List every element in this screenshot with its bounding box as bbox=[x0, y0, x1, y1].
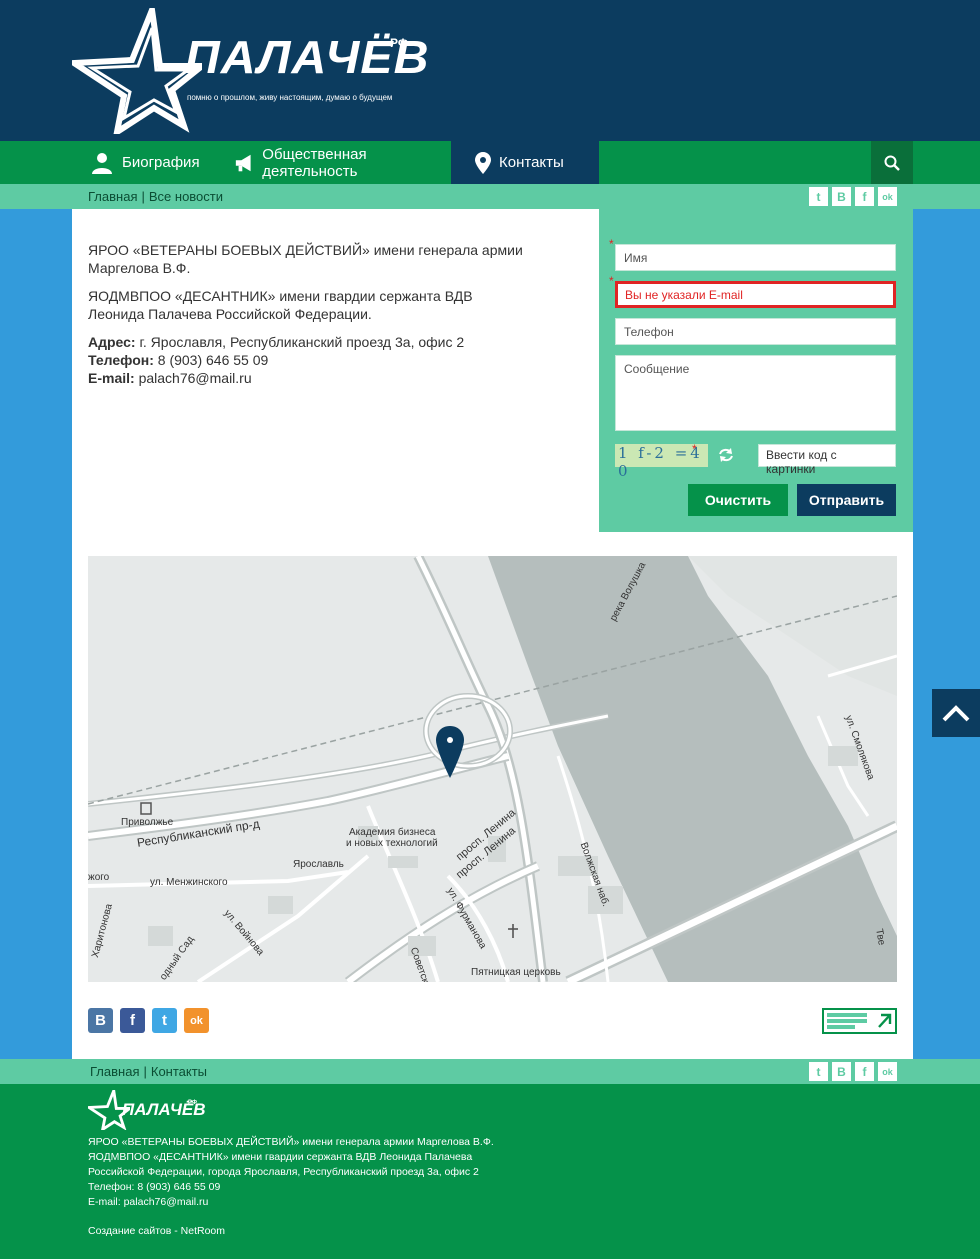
map-label-city: Ярославль bbox=[293, 859, 344, 870]
header: ПАЛАЧЁВ РФ помню о прошлом, живу настоящ… bbox=[0, 0, 980, 141]
social-links-footer: t B f ok bbox=[809, 1062, 897, 1081]
required-mark: * bbox=[692, 442, 697, 456]
facebook-icon[interactable]: f bbox=[855, 1062, 874, 1081]
name-field[interactable]: Имя bbox=[615, 244, 896, 271]
refresh-icon[interactable] bbox=[718, 447, 734, 463]
footer-links-bar: Главная | Контакты t B f ok bbox=[0, 1059, 980, 1084]
map-label-menzhinskogo: ул. Менжинского bbox=[150, 877, 228, 888]
map-label-ko: жого bbox=[88, 872, 110, 883]
footer: ПАЛАЧЁВ РФ ЯРОО «ВЕТЕРАНЫ БОЕВЫХ ДЕЙСТВИ… bbox=[0, 1084, 980, 1259]
address-line: Адрес: г. Ярославля, Республиканский про… bbox=[88, 333, 528, 351]
footer-line: Российской Федерации, города Ярославля, … bbox=[88, 1166, 479, 1178]
share-buttons: B f t ok bbox=[88, 1008, 209, 1033]
email-label: E-mail: bbox=[88, 370, 135, 386]
location-pin-icon bbox=[475, 151, 491, 174]
email-field[interactable]: Вы не указали E-mail bbox=[615, 281, 896, 308]
map-label-academy: и новых технологий bbox=[346, 838, 438, 849]
footer-logo[interactable]: ПАЛАЧЁВ РФ bbox=[84, 1085, 208, 1133]
email-line: E-mail: palach76@mail.ru bbox=[88, 369, 528, 387]
facebook-icon[interactable]: f bbox=[855, 187, 874, 206]
breadcrumb-home-link[interactable]: Главная bbox=[88, 189, 137, 204]
nav-item-label: Контакты bbox=[499, 154, 564, 171]
star-logo-icon bbox=[64, 0, 211, 139]
captcha-input[interactable]: Ввести код с картинки bbox=[758, 444, 896, 476]
footer-line: ЯОДМВПОО «ДЕСАНТНИК» имени гвардии сержа… bbox=[88, 1151, 473, 1163]
message-field[interactable]: Сообщение bbox=[615, 355, 896, 431]
phone-line: Телефон: 8 (903) 646 55 09 bbox=[88, 351, 528, 369]
megaphone-icon bbox=[235, 154, 251, 171]
address-label: Адрес: bbox=[88, 334, 136, 350]
breadcrumb-news-link[interactable]: Все новости bbox=[149, 189, 223, 204]
footer-line: Телефон: 8 (903) 646 55 09 bbox=[88, 1181, 221, 1193]
twitter-icon[interactable]: t bbox=[809, 1062, 828, 1081]
footer-info: ЯРОО «ВЕТЕРАНЫ БОЕВЫХ ДЕЙСТВИЙ» имени ге… bbox=[88, 1135, 494, 1210]
footer-contacts-link[interactable]: Контакты bbox=[151, 1064, 207, 1079]
footer-links: Главная | Контакты bbox=[90, 1064, 207, 1079]
footer-credits[interactable]: Создание сайтов - NetRoom bbox=[88, 1225, 225, 1237]
site-logo[interactable]: ПАЛАЧЁВ РФ помню о прошлом, живу настоящ… bbox=[64, 0, 428, 139]
org-2: ЯОДМВПОО «ДЕСАНТНИК» имени гвардии сержа… bbox=[88, 288, 473, 322]
required-mark: * bbox=[609, 237, 614, 251]
footer-home-link[interactable]: Главная bbox=[90, 1064, 139, 1079]
map-label-academy: Академия бизнеса bbox=[349, 827, 436, 838]
user-icon bbox=[92, 152, 112, 174]
odnoklassniki-icon[interactable]: ok bbox=[878, 1062, 897, 1081]
contact-info: ЯРОО «ВЕТЕРАНЫ БОЕВЫХ ДЕЙСТВИЙ» имени ге… bbox=[88, 241, 528, 387]
chevron-up-icon bbox=[942, 705, 970, 722]
nav-item-label: Общественная деятельность bbox=[262, 145, 367, 180]
required-mark: * bbox=[609, 274, 614, 288]
scroll-top-button[interactable] bbox=[932, 689, 980, 737]
map-label-church: Пятницкая церковь bbox=[471, 967, 561, 978]
phone-value: 8 (903) 646 55 09 bbox=[153, 352, 269, 368]
breadcrumb: Главная | Все новости bbox=[88, 189, 223, 204]
clear-button[interactable]: Очистить bbox=[688, 484, 788, 516]
odnoklassniki-share-icon[interactable]: ok bbox=[184, 1008, 209, 1033]
search-icon bbox=[884, 155, 900, 171]
visit-counter[interactable] bbox=[822, 1008, 897, 1034]
send-button[interactable]: Отправить bbox=[797, 484, 896, 516]
main-nav: Биография Общественная деятельность Конт… bbox=[0, 141, 980, 184]
footer-separator: | bbox=[143, 1064, 147, 1079]
breadcrumb-bar: Главная | Все новости t B f ok bbox=[0, 184, 980, 209]
main-content: ЯРОО «ВЕТЕРАНЫ БОЕВЫХ ДЕЙСТВИЙ» имени ге… bbox=[72, 209, 913, 1059]
org-1: ЯРОО «ВЕТЕРАНЫ БОЕВЫХ ДЕЙСТВИЙ» имени ге… bbox=[88, 242, 523, 276]
map-canvas bbox=[88, 556, 897, 982]
twitter-icon[interactable]: t bbox=[809, 187, 828, 206]
twitter-share-icon[interactable]: t bbox=[152, 1008, 177, 1033]
footer-line: ЯРОО «ВЕТЕРАНЫ БОЕВЫХ ДЕЙСТВИЙ» имени ге… bbox=[88, 1136, 494, 1148]
logo-rf: РФ bbox=[390, 36, 409, 50]
logo-slogan: помню о прошлом, живу настоящим, думаю о… bbox=[187, 93, 393, 102]
odnoklassniki-icon[interactable]: ok bbox=[878, 187, 897, 206]
address-value: г. Ярославля, Республиканский проезд 3а,… bbox=[135, 334, 465, 350]
vk-share-icon[interactable]: B bbox=[88, 1008, 113, 1033]
phone-field[interactable]: Телефон bbox=[615, 318, 896, 345]
feedback-form: * Имя * Вы не указали E-mail Телефон Соо… bbox=[599, 209, 913, 532]
footer-line: E-mail: palach76@mail.ru bbox=[88, 1196, 209, 1208]
footer-logo-rf: РФ bbox=[188, 1100, 198, 1106]
breadcrumb-separator: | bbox=[141, 189, 145, 204]
email-value[interactable]: palach76@mail.ru bbox=[135, 370, 252, 386]
phone-label: Телефон: bbox=[88, 352, 154, 368]
facebook-share-icon[interactable]: f bbox=[120, 1008, 145, 1033]
social-links-top: t B f ok bbox=[809, 187, 897, 206]
search-button[interactable] bbox=[871, 141, 913, 184]
vk-icon[interactable]: B bbox=[832, 187, 851, 206]
nav-item-label: Биография bbox=[122, 154, 200, 171]
counter-icon bbox=[827, 1013, 892, 1029]
map-label-station: Приволжье bbox=[121, 817, 174, 828]
nav-item-public-activity[interactable]: Общественная деятельность bbox=[234, 141, 450, 184]
nav-item-contacts[interactable]: Контакты bbox=[451, 141, 599, 184]
vk-icon[interactable]: B bbox=[832, 1062, 851, 1081]
nav-item-biography[interactable]: Биография bbox=[90, 141, 210, 184]
map[interactable]: река Волушка Приволжье Республиканский п… bbox=[88, 556, 897, 982]
